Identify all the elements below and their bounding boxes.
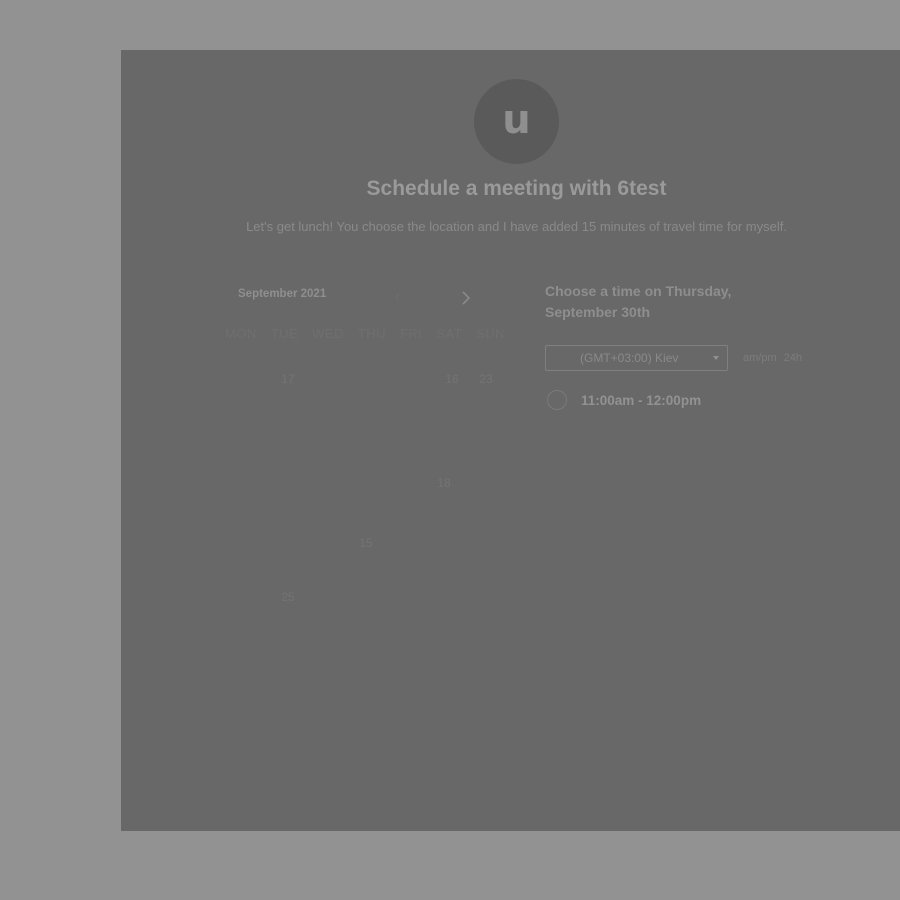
format-24h-option[interactable]: 24h bbox=[784, 352, 802, 364]
calendar-day[interactable]: 25 bbox=[275, 590, 301, 604]
timezone-select[interactable]: (GMT+03:00) Kiev bbox=[545, 345, 728, 371]
weekday-label: SAT bbox=[436, 326, 463, 341]
calendar-day[interactable]: 18 bbox=[431, 476, 457, 490]
caret-down-icon bbox=[713, 356, 719, 360]
timezone-value: (GMT+03:00) Kiev bbox=[580, 351, 679, 365]
time-slot-label: 11:00am - 12:00pm bbox=[581, 392, 702, 408]
meeting-description: Let's get lunch! You choose the location… bbox=[246, 219, 787, 234]
scheduling-modal: u Schedule a meeting with 6test Let's ge… bbox=[121, 50, 900, 831]
chevron-right-icon[interactable] bbox=[457, 289, 475, 307]
time-format-toggle: am/pm 24h bbox=[743, 352, 806, 364]
calendar-month-label: September 2021 bbox=[238, 288, 327, 300]
calendar-day[interactable]: 23 bbox=[473, 372, 499, 386]
slot-radio-button[interactable] bbox=[547, 390, 567, 410]
weekday-label: THU bbox=[357, 326, 387, 341]
weekday-label: MON bbox=[225, 326, 257, 341]
avatar-letter: u bbox=[502, 96, 531, 143]
time-selection-heading: Choose a time on Thursday, September 30t… bbox=[545, 283, 732, 320]
calendar-day[interactable]: 17 bbox=[275, 372, 301, 386]
weekday-label: WED bbox=[312, 326, 344, 341]
avatar: u bbox=[474, 79, 559, 164]
weekday-label: SUN bbox=[476, 326, 505, 341]
format-ampm-option[interactable]: am/pm bbox=[743, 352, 777, 364]
time-slot[interactable]: 11:00am - 12:00pm bbox=[547, 388, 701, 412]
calendar-day[interactable]: 16 bbox=[439, 372, 465, 386]
calendar-weekday-row: MON TUE WED THU FRI SAT SUN bbox=[225, 326, 505, 341]
weekday-label: FRI bbox=[399, 326, 423, 341]
weekday-label: TUE bbox=[270, 326, 299, 341]
calendar-day[interactable]: 15 bbox=[353, 536, 379, 550]
page-title: Schedule a meeting with 6test bbox=[366, 177, 667, 200]
chevron-left-icon[interactable]: ‹ bbox=[395, 288, 399, 303]
